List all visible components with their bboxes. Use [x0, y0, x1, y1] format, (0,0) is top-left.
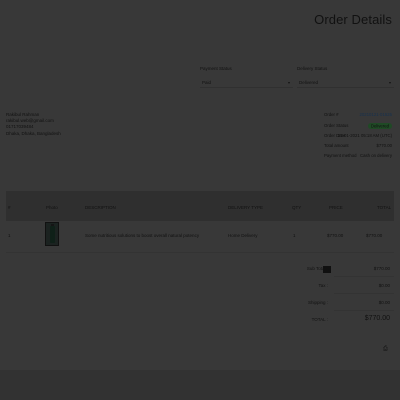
- tax-label: Tax :: [318, 283, 328, 288]
- subtotal-label: Sub Total :: [306, 266, 328, 271]
- subtotal-value: $770.00: [373, 266, 390, 271]
- column-header-description: DESCRIPTION: [85, 205, 116, 210]
- column-header-delivery-type: DELIVERY TYPE: [228, 205, 264, 210]
- row-delivery-type: Home Delivery: [228, 233, 258, 238]
- order-info-row: Total amount $770.00: [322, 143, 392, 150]
- chevron-down-icon: ▾: [287, 79, 290, 85]
- order-status-label: Order Status: [324, 123, 349, 128]
- summary-divider: [334, 276, 394, 277]
- column-header-index: #: [8, 205, 11, 210]
- delivery-status-select[interactable]: Delivered ▾: [297, 77, 394, 88]
- payment-method-value: Cash on delivery: [359, 153, 392, 158]
- row-index: 1: [8, 233, 11, 238]
- row-price: $770.00: [327, 233, 344, 238]
- column-header-qty: QTY: [292, 205, 302, 210]
- shipping-label: Shipping :: [307, 300, 328, 305]
- page-title: Order Details: [314, 12, 392, 27]
- column-header-photo: Photo: [46, 205, 58, 210]
- summary-divider: [334, 293, 394, 294]
- row-qty: 1: [293, 233, 296, 238]
- total-label: TOTAL :: [311, 317, 328, 322]
- tax-value: $0.00: [378, 283, 390, 288]
- order-info-row: Order # 20210121-01525: [322, 112, 392, 119]
- delivery-status-value: Delivered: [299, 79, 319, 85]
- print-icon[interactable]: ⎙: [383, 346, 389, 352]
- order-info-row: Payment method Cash on delivery: [322, 153, 392, 160]
- payment-status-select[interactable]: Paid ▾: [200, 77, 293, 88]
- grand-total-value: $770.00: [364, 315, 390, 322]
- delivery-status-label: Delivery Status: [297, 66, 328, 71]
- payment-status-label: Payment Status: [200, 66, 232, 71]
- order-info-row: Order Date 21-01-2021 05:18 AM (UTC): [322, 133, 392, 140]
- shipping-value: $0.00: [378, 300, 390, 305]
- order-date-value: 21-01-2021 05:18 AM (UTC): [337, 133, 392, 138]
- column-header-price: PRICE: [329, 205, 343, 210]
- footer-area: [0, 370, 400, 400]
- product-description[interactable]: Some nutritious solutions to boost overa…: [85, 233, 199, 238]
- payment-method-label: Payment method: [324, 153, 357, 158]
- order-number-label: Order #: [324, 112, 339, 117]
- payment-status-value: Paid: [202, 79, 212, 85]
- chevron-down-icon: ▾: [388, 79, 391, 85]
- total-amount-value: $770.00: [376, 143, 392, 148]
- customer-phone: 01717039484: [6, 124, 34, 129]
- customer-address: Dhaka, Dhaka, Bangladesh: [6, 131, 61, 136]
- summary-divider: [334, 310, 394, 311]
- column-header-total: TOTAL: [377, 205, 392, 210]
- product-photo[interactable]: [45, 222, 59, 246]
- total-amount-label: Total amount: [324, 143, 349, 148]
- row-total: $770.00: [366, 233, 383, 238]
- order-number-value: 20210121-01525: [359, 112, 393, 117]
- table-row-divider: [6, 252, 394, 253]
- status-badge: Delivered: [367, 122, 392, 129]
- order-details-card: [0, 0, 400, 370]
- order-info-row: Order Status Delivered: [322, 122, 392, 130]
